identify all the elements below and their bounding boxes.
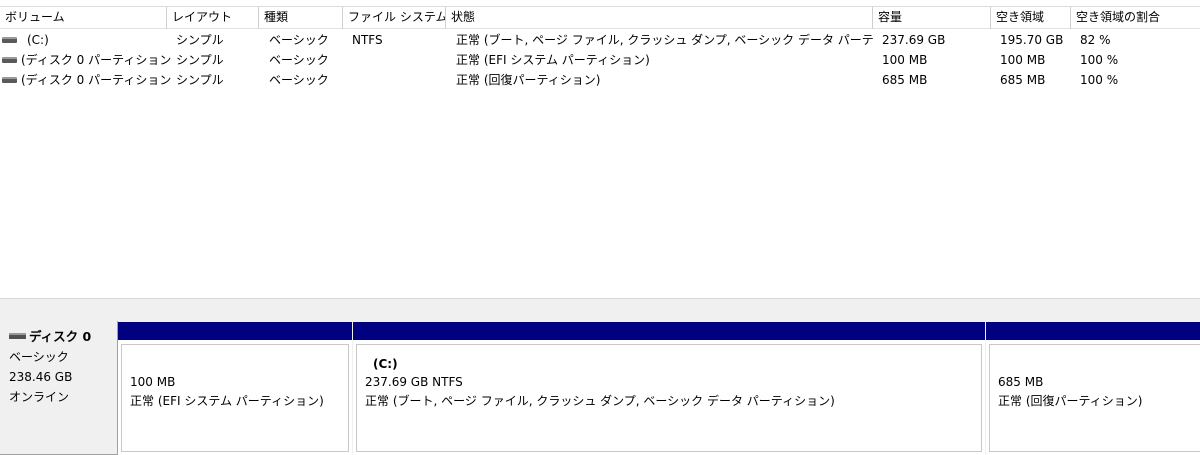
volume-name: (ディスク 0 パーティション 1) — [21, 53, 172, 67]
cell-volume: (ディスク 0 パーティション 1) — [0, 51, 172, 71]
column-header-capacity[interactable]: 容量 — [873, 7, 991, 29]
cell-free-space: 685 MB — [1000, 73, 1046, 87]
cell-capacity: 237.69 GB — [882, 33, 946, 47]
column-header-type[interactable]: 種類 — [259, 7, 343, 29]
partition-box: 685 MB 正常 (回復パーティション) — [989, 344, 1200, 452]
pane-splitter[interactable] — [0, 298, 1200, 317]
column-header-free-space[interactable]: 空き領域 — [991, 7, 1071, 29]
cell-free-percent: 100 % — [1080, 73, 1119, 87]
partition-status: 正常 (ブート, ページ ファイル, クラッシュ ダンプ, ベーシック データ … — [365, 394, 835, 408]
drive-icon — [2, 36, 17, 43]
column-header-layout[interactable]: レイアウト — [167, 7, 259, 29]
cell-layout: シンプル — [176, 53, 224, 67]
partition-status: 正常 (EFI システム パーティション) — [130, 394, 324, 408]
partition-bar — [118, 322, 352, 340]
disk-size: 238.46 GB — [9, 370, 73, 384]
partition-c[interactable]: (C:) 237.69 GB NTFS 正常 (ブート, ページ ファイル, ク… — [353, 322, 985, 455]
column-header-bar: ボリューム レイアウト 種類 ファイル システム 状態 容量 空き領域 空き領域… — [0, 6, 1200, 29]
disk-status: オンライン — [9, 390, 70, 404]
cell-filesystem — [352, 71, 446, 91]
cell-free-space: 195.70 GB — [1000, 33, 1064, 47]
cell-free-percent: 100 % — [1080, 53, 1119, 67]
partition-name — [998, 355, 1200, 373]
partition-size: 685 MB — [998, 375, 1044, 389]
disk-type: ベーシック — [9, 350, 69, 364]
partition-name: (C:) — [373, 357, 398, 371]
cell-filesystem — [352, 51, 446, 71]
cell-free-percent: 82 % — [1080, 33, 1111, 47]
drive-icon — [2, 76, 17, 83]
cell-filesystem: NTFS — [352, 33, 383, 47]
partition-efi[interactable]: 100 MB 正常 (EFI システム パーティション) — [118, 322, 352, 455]
cell-free-space: 100 MB — [1000, 53, 1046, 67]
cell-layout: シンプル — [176, 33, 224, 47]
cell-volume: (C:) — [0, 31, 167, 51]
volume-name: (ディスク 0 パーティション 4) — [21, 73, 172, 87]
cell-volume: (ディスク 0 パーティション 4) — [0, 71, 172, 91]
disk-map: ディスク 0 ベーシック 238.46 GB オンライン 100 MB 正常 (… — [0, 317, 1200, 455]
column-header-status[interactable]: 状態 — [446, 7, 873, 29]
disk-icon — [9, 333, 26, 339]
cell-capacity: 100 MB — [882, 53, 928, 67]
table-row[interactable]: (ディスク 0 パーティション 4) シンプル ベーシック 正常 (回復パーティ… — [0, 71, 1200, 91]
partition-recovery[interactable]: 685 MB 正常 (回復パーティション) — [986, 322, 1200, 455]
cell-status: 正常 (ブート, ページ ファイル, クラッシュ ダンプ, ベーシック データ … — [456, 33, 873, 47]
column-header-free-percent[interactable]: 空き領域の割合 — [1071, 7, 1200, 29]
disk-name: ディスク 0 — [29, 329, 92, 344]
cell-type: ベーシック — [269, 73, 329, 87]
partition-box: 100 MB 正常 (EFI システム パーティション) — [121, 344, 349, 452]
drive-icon — [2, 56, 17, 63]
cell-type: ベーシック — [269, 53, 329, 67]
partition-box: (C:) 237.69 GB NTFS 正常 (ブート, ページ ファイル, ク… — [356, 344, 982, 452]
partition-size: 237.69 GB NTFS — [365, 375, 463, 389]
column-header-volume[interactable]: ボリューム — [0, 7, 167, 29]
cell-layout: シンプル — [176, 73, 224, 87]
partition-name — [130, 355, 348, 373]
volume-list[interactable]: ボリューム レイアウト 種類 ファイル システム 状態 容量 空き領域 空き領域… — [0, 0, 1200, 298]
partition-size: 100 MB — [130, 375, 176, 389]
partition-bar — [353, 322, 985, 340]
partition-status: 正常 (回復パーティション) — [998, 394, 1143, 408]
cell-type: ベーシック — [269, 33, 329, 47]
cell-capacity: 685 MB — [882, 73, 928, 87]
cell-status: 正常 (回復パーティション) — [456, 73, 601, 87]
table-row[interactable]: (C:) シンプル ベーシック NTFS 正常 (ブート, ページ ファイル, … — [0, 31, 1200, 51]
partition-bar — [986, 322, 1200, 340]
table-row[interactable]: (ディスク 0 パーティション 1) シンプル ベーシック 正常 (EFI シス… — [0, 51, 1200, 71]
volume-name: (C:) — [27, 33, 49, 47]
disk-0-label[interactable]: ディスク 0 ベーシック 238.46 GB オンライン — [0, 321, 118, 455]
cell-status: 正常 (EFI システム パーティション) — [456, 53, 650, 67]
column-header-filesystem[interactable]: ファイル システム — [343, 7, 446, 29]
